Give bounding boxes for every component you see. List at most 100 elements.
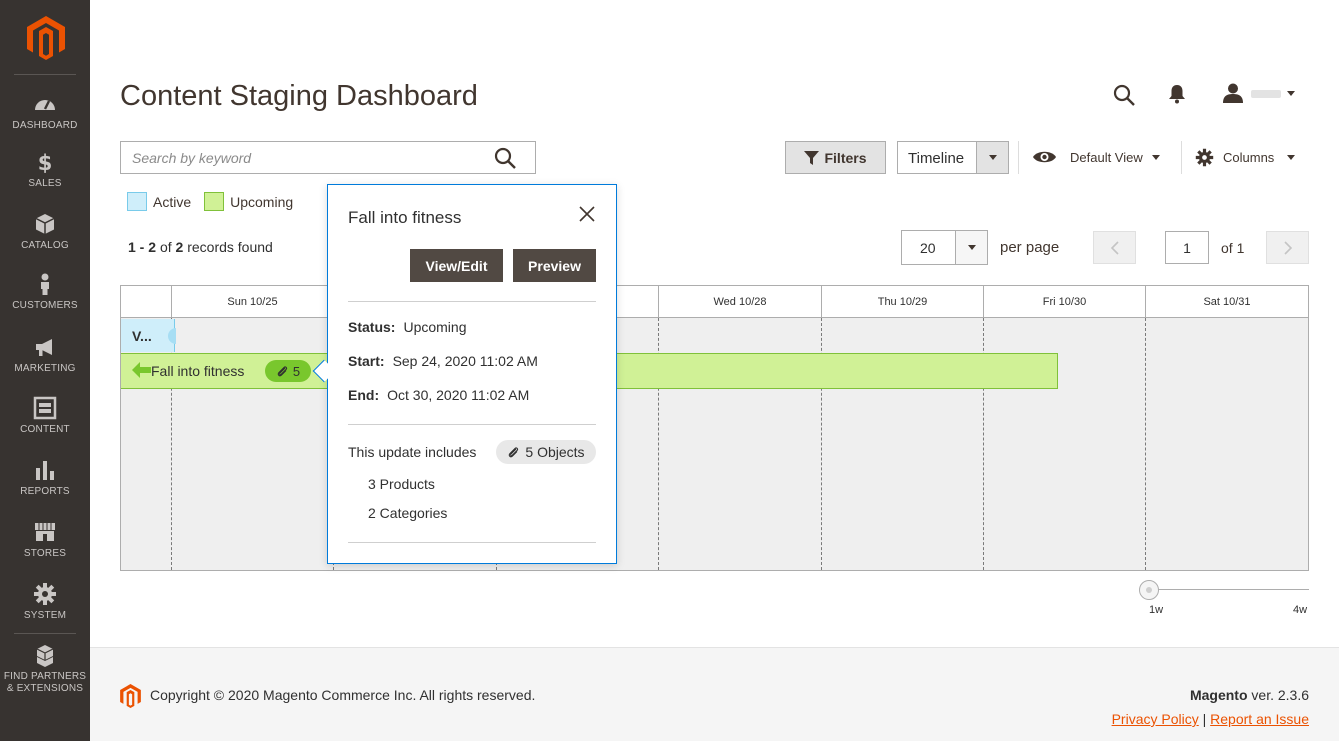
sidebar-item-label: REPORTS [20, 486, 70, 497]
magento-logo [120, 684, 141, 708]
sidebar-item-label: CATALOG [21, 240, 69, 251]
view-mode-value: Timeline [908, 150, 965, 167]
megaphone-icon [36, 339, 52, 356]
records-found: 1 - 2 of 2 records found [128, 239, 273, 255]
view-mode-select[interactable]: Timeline [897, 141, 1009, 174]
link-separator: | [1202, 711, 1207, 727]
user-account-icon[interactable] [1222, 83, 1244, 103]
next-page-button[interactable] [1266, 231, 1309, 264]
per-page-label: per page [1000, 239, 1060, 256]
sidebar-item-customers[interactable]: CUSTOMERS [0, 272, 90, 332]
included-products: 3 Products [368, 476, 435, 492]
user-name-placeholder[interactable] [1251, 90, 1281, 98]
zoom-max-label: 4w [1293, 604, 1308, 616]
popup-title: Fall into fitness [348, 208, 462, 227]
start-label: Start: [348, 353, 385, 369]
sidebar-item-label: STORES [23, 548, 67, 559]
default-view-dropdown[interactable]: Default View [1032, 147, 1160, 167]
chevron-down-icon [1287, 154, 1296, 160]
includes-label: This update includes [348, 444, 477, 460]
dollar-icon: $ [38, 151, 53, 174]
active-update-label: V... [132, 328, 152, 344]
timeline-header: Sun 10/25 Wed 10/28 Thu 10/29 Fri 10/30 … [121, 286, 1308, 318]
sidebar-divider [14, 74, 76, 75]
zoom-slider-handle[interactable] [1139, 580, 1159, 600]
zoom-slider-track[interactable] [1149, 589, 1309, 590]
legend-upcoming-swatch [204, 192, 225, 211]
filters-button[interactable]: Filters [785, 141, 886, 174]
global-search-icon[interactable] [1113, 84, 1135, 106]
current-page-input[interactable]: 1 [1165, 231, 1209, 264]
columns-dropdown[interactable]: Columns [1195, 147, 1296, 167]
search-input[interactable] [121, 142, 481, 173]
records-from: 1 [128, 239, 136, 255]
records-of: of [159, 239, 172, 255]
preview-button[interactable]: Preview [513, 249, 596, 282]
previous-page-button[interactable] [1093, 231, 1136, 264]
privacy-policy-link[interactable]: Privacy Policy [1112, 711, 1199, 727]
legend-active-label: Active [153, 193, 192, 210]
per-page-select[interactable]: 20 [901, 230, 988, 265]
popup-divider [348, 301, 596, 302]
page-title: Content Staging Dashboard [120, 80, 478, 112]
paperclip-icon [509, 446, 519, 457]
end-row: End: Oct 30, 2020 11:02 AM [348, 387, 529, 403]
active-update-bar[interactable]: V... [121, 319, 176, 352]
toolbar-divider [1181, 141, 1182, 174]
svg-text:$: $ [38, 151, 53, 174]
objects-badge[interactable]: 5 Objects [496, 440, 596, 464]
day-column-header: Sat 10/31 [1145, 286, 1308, 318]
start-row: Start: Sep 24, 2020 11:02 AM [348, 353, 538, 369]
chevron-left-icon [1110, 241, 1119, 255]
end-label: End: [348, 387, 380, 403]
report-issue-link[interactable]: Report an Issue [1210, 711, 1309, 727]
objects-count-badge[interactable]: 5 [265, 360, 311, 382]
sidebar-item-catalog[interactable]: CATALOG [0, 212, 90, 272]
sidebar-item-find-partners[interactable]: FIND PARTNERS & EXTENSIONS [0, 644, 90, 704]
person-icon [41, 273, 49, 295]
per-page-value: 20 [920, 240, 936, 256]
day-column-header: Thu 10/29 [821, 286, 983, 318]
sidebar-item-label: CUSTOMERS [12, 300, 78, 311]
chevron-down-icon[interactable] [1287, 91, 1295, 96]
view-edit-button[interactable]: View/Edit [410, 249, 503, 282]
legend-active-swatch [127, 192, 147, 211]
magento-logo[interactable] [27, 16, 65, 60]
sidebar-item-stores[interactable]: STORES [0, 520, 90, 580]
upcoming-update-name: Fall into fitness [151, 363, 245, 379]
sidebar-item-reports[interactable]: REPORTS [0, 458, 90, 518]
search-icon[interactable] [493, 147, 517, 169]
chevron-right-icon [1284, 241, 1293, 255]
page-footer: Copyright © 2020 Magento Commerce Inc. A… [90, 647, 1339, 741]
day-column-header: Wed 10/28 [658, 286, 821, 318]
filters-label: Filters [824, 149, 867, 166]
chevron-down-icon[interactable] [976, 142, 1008, 173]
objects-count: 5 [292, 363, 301, 379]
sidebar-item-marketing[interactable]: MARKETING [0, 335, 90, 395]
brand-name: Magento [1189, 687, 1248, 703]
sidebar-item-sales[interactable]: $ SALES [0, 150, 90, 210]
records-suffix: records found [187, 239, 273, 255]
chevron-down-icon [1151, 154, 1160, 160]
active-objects-badge [168, 328, 176, 344]
status-row: Status: Upcoming [348, 319, 466, 335]
admin-sidebar: DASHBOARD $ SALES CATALOG CUSTOMERS MARK… [0, 0, 90, 741]
sidebar-item-content[interactable]: CONTENT [0, 396, 90, 456]
close-icon[interactable] [578, 205, 596, 223]
objects-label: 5 Objects [525, 444, 585, 460]
status-label: Status: [348, 319, 396, 335]
notifications-bell-icon[interactable] [1168, 84, 1186, 104]
total-pages-label: of 1 [1221, 240, 1245, 256]
day-column-header: Sun 10/25 [171, 286, 333, 318]
chevron-down-icon[interactable] [955, 231, 987, 264]
legend-upcoming-label: Upcoming [230, 193, 294, 210]
gear-icon [34, 583, 56, 605]
keyword-search [120, 141, 536, 174]
sidebar-item-dashboard[interactable]: DASHBOARD [0, 92, 90, 152]
dashboard-icon [35, 100, 55, 110]
sidebar-item-label: MARKETING [14, 363, 76, 374]
bar-chart-icon [36, 461, 54, 480]
update-details-popup: Fall into fitness View/Edit Preview Stat… [327, 184, 617, 564]
toolbar-divider [1018, 141, 1019, 174]
box-icon [35, 214, 55, 234]
